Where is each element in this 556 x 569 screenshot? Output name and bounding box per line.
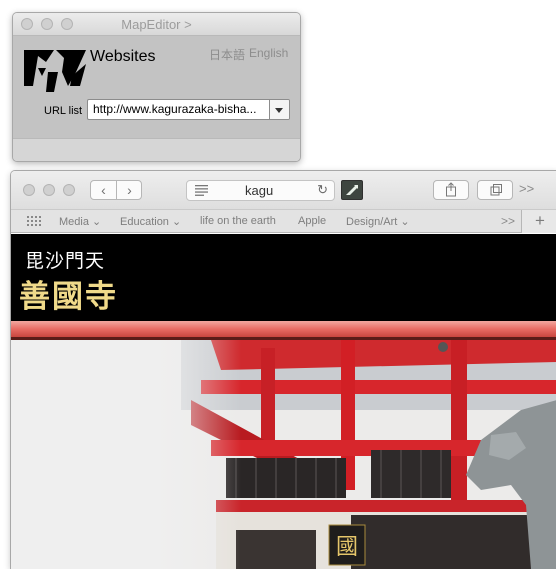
language-en-link[interactable]: English [249, 46, 288, 60]
show-tabs-button[interactable] [477, 180, 513, 200]
site-title: 善國寺 [19, 279, 118, 315]
share-icon [446, 182, 456, 197]
dropdown-arrow-icon[interactable] [269, 100, 289, 119]
url-list-label: URL list [44, 105, 83, 117]
extension-icon[interactable] [341, 180, 363, 200]
map-editor-window: MapEditor > Websites 日本語 English URL lis… [12, 12, 301, 162]
browser-toolbar: ‹ › kagu ↻ >> [11, 171, 556, 209]
browser-window: ‹ › kagu ↻ >> Media ⌄ Education ⌄ life o… [10, 170, 556, 569]
url-list-value: http://www.kagurazaka-bisha... [93, 102, 257, 116]
map-editor-footer [13, 138, 300, 161]
favorites-bar: Media ⌄ Education ⌄ life on the earth Ap… [11, 209, 556, 233]
reload-icon[interactable]: ↻ [317, 182, 328, 198]
favorite-apple[interactable]: Apple [298, 215, 326, 227]
url-list-select[interactable]: http://www.kagurazaka-bisha... [87, 99, 290, 120]
back-icon[interactable]: ‹ [91, 181, 116, 199]
map-editor-body: Websites 日本語 English URL list http://www… [13, 36, 300, 138]
close-button[interactable] [23, 184, 35, 196]
navigation-buttons: ‹ › [90, 180, 142, 200]
forward-icon[interactable]: › [117, 181, 142, 199]
favorite-design-art[interactable]: Design/Art ⌄ [346, 215, 410, 228]
site-header: 毘沙門天 善國寺 [11, 234, 556, 321]
new-tab-button[interactable]: + [521, 210, 556, 233]
zoom-button[interactable] [63, 184, 75, 196]
share-button[interactable] [433, 180, 469, 200]
address-bar[interactable]: kagu ↻ [186, 180, 335, 201]
favorites-overflow-icon[interactable]: >> [501, 214, 515, 228]
temple-photo: 國 [11, 340, 556, 569]
address-text: kagu [245, 183, 274, 198]
websites-heading: Websites [90, 48, 156, 65]
header-band [11, 321, 556, 337]
language-ja-link[interactable]: 日本語 [209, 46, 245, 63]
window-title: MapEditor > [121, 17, 192, 32]
tabs-icon [490, 184, 502, 196]
toolbar-overflow-icon[interactable]: >> [519, 181, 534, 196]
favorite-education[interactable]: Education ⌄ [120, 215, 181, 228]
map-editor-titlebar[interactable]: MapEditor > [13, 13, 300, 36]
app-logo-icon [24, 50, 86, 92]
temple-sign-text: 國 [336, 535, 358, 560]
favorite-life-on-the-earth[interactable]: life on the earth [200, 215, 276, 227]
minimize-button[interactable] [43, 184, 55, 196]
favorite-media[interactable]: Media ⌄ [59, 215, 101, 228]
top-sites-grid-icon[interactable] [27, 216, 41, 226]
reader-icon[interactable] [195, 185, 208, 196]
site-subtitle: 毘沙門天 [25, 250, 106, 272]
